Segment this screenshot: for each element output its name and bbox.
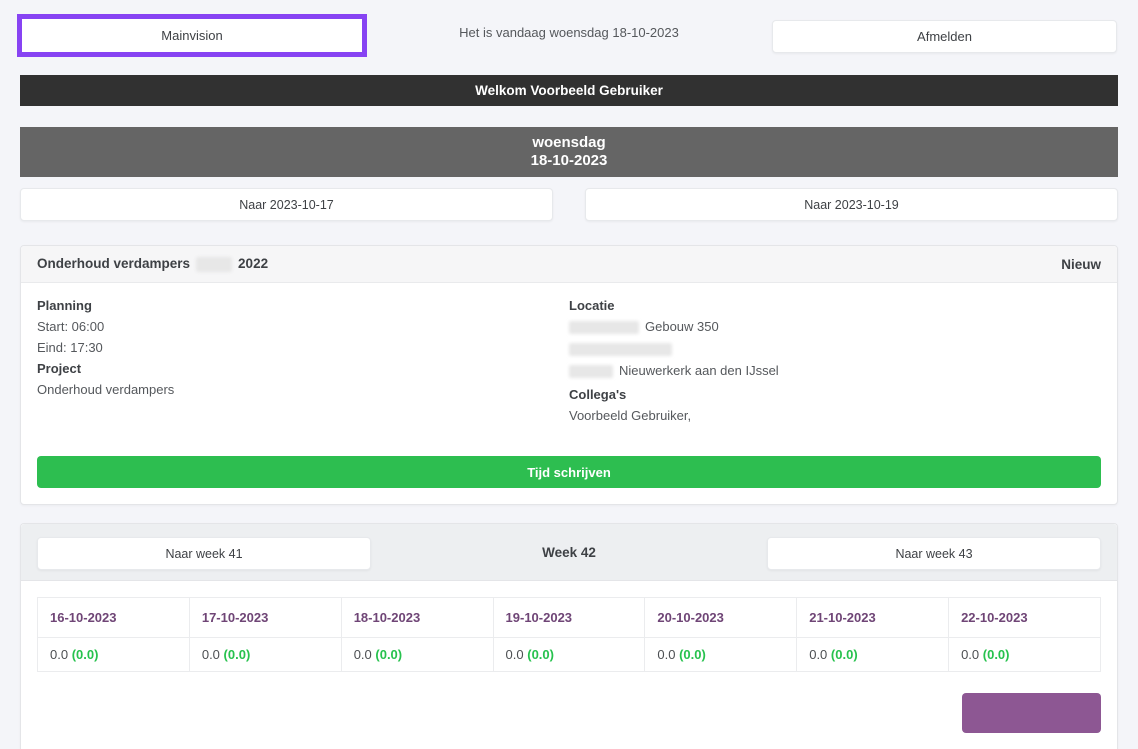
planning-end: Eind: 17:30	[37, 340, 103, 355]
hours-value: 0.0	[353, 647, 372, 663]
redacted-text	[196, 256, 233, 272]
week-action-button[interactable]	[962, 693, 1101, 734]
status-badge: Nieuw	[1061, 256, 1101, 272]
hours-value: 0.0	[505, 647, 524, 663]
prev-week-button[interactable]: Naar week 41	[37, 537, 371, 571]
location-line-2	[569, 342, 1101, 357]
planning-start: Start: 06:00	[37, 319, 105, 334]
hours-cell: 0.0 (0.0)	[796, 637, 950, 673]
appointment-card-body: Planning Start: 06:00 Eind: 17:30 Projec…	[21, 283, 1117, 430]
redacted-text	[569, 321, 639, 335]
colleagues-heading: Collega's	[569, 387, 627, 403]
appointment-card-header: Onderhoud verdampers 2022 Nieuw	[21, 246, 1117, 283]
date-column-header: 21-10-2023	[796, 597, 950, 639]
write-time-button[interactable]: Tijd schrijven	[37, 456, 1101, 489]
prev-day-button[interactable]: Naar 2023-10-17	[20, 188, 553, 221]
next-day-button[interactable]: Naar 2023-10-19	[585, 188, 1118, 221]
planning-column: Planning Start: 06:00 Eind: 17:30 Projec…	[37, 299, 569, 430]
welcome-text: Welkom Voorbeeld Gebruiker	[475, 83, 663, 98]
hours-extra: (0.0)	[223, 647, 251, 663]
redacted-text	[569, 365, 613, 379]
location-building: Gebouw 350	[645, 319, 719, 334]
location-heading: Locatie	[569, 298, 615, 313]
week-card-body: 16-10-2023 17-10-2023 18-10-2023 19-10-2…	[21, 581, 1117, 749]
project-value: Onderhoud verdampers	[37, 382, 175, 397]
hours-extra: (0.0)	[375, 647, 403, 663]
next-week-button[interactable]: Naar week 43	[767, 537, 1101, 571]
day-header-date: 18-10-2023	[530, 152, 608, 169]
prev-day-label: Naar 2023-10-17	[239, 197, 334, 212]
weekly-hours-table: 16-10-2023 17-10-2023 18-10-2023 19-10-2…	[37, 597, 1101, 673]
planning-heading: Planning	[37, 298, 92, 313]
hours-extra: (0.0)	[71, 647, 99, 663]
prev-week-label: Naar week 41	[165, 546, 243, 561]
week-card-header: Naar week 41 Week 42 Naar week 43	[21, 524, 1117, 582]
hours-cell: 0.0 (0.0)	[644, 637, 798, 673]
location-city: Nieuwerkerk aan den IJssel	[619, 363, 779, 379]
date-column-header: 22-10-2023	[948, 597, 1101, 639]
table-row: 0.0 (0.0) 0.0 (0.0) 0.0 (0.0) 0.0 (0.0) …	[37, 637, 1101, 673]
appointment-card: Onderhoud verdampers 2022 Nieuw Planning …	[20, 245, 1118, 506]
current-week-label: Week 42	[542, 544, 596, 560]
hours-cell: 0.0 (0.0)	[188, 637, 342, 673]
day-navigation: Naar 2023-10-17 Naar 2023-10-19	[20, 188, 1118, 221]
week-card: Naar week 41 Week 42 Naar week 43 16-10-…	[20, 523, 1118, 749]
hours-cell: 0.0 (0.0)	[492, 637, 646, 673]
date-column-header: 19-10-2023	[492, 597, 646, 639]
location-line-3: Nieuwerkerk aan den IJssel	[569, 363, 1101, 379]
hours-extra: (0.0)	[830, 647, 858, 663]
hours-value: 0.0	[201, 647, 220, 663]
welcome-banner: Welkom Voorbeeld Gebruiker	[20, 75, 1118, 106]
table-header-row: 16-10-2023 17-10-2023 18-10-2023 19-10-2…	[37, 597, 1101, 639]
hours-extra: (0.0)	[527, 647, 554, 663]
date-column-header: 18-10-2023	[340, 597, 494, 639]
hours-cell: 0.0 (0.0)	[948, 637, 1101, 673]
hours-value: 0.0	[961, 647, 980, 663]
next-day-label: Naar 2023-10-19	[804, 197, 899, 212]
logout-button-label: Afmelden	[917, 29, 972, 44]
date-column-header: 17-10-2023	[188, 597, 342, 639]
hours-value: 0.0	[50, 647, 69, 663]
colleagues-value: Voorbeeld Gebruiker,	[569, 408, 692, 424]
hours-value: 0.0	[809, 647, 828, 663]
appointment-title-prefix: Onderhoud verdampers	[37, 256, 191, 272]
date-column-header: 16-10-2023	[37, 597, 190, 639]
write-time-label: Tijd schrijven	[527, 464, 611, 480]
date-column-header: 20-10-2023	[644, 597, 798, 639]
hours-value: 0.0	[657, 647, 676, 663]
logout-button[interactable]: Afmelden	[772, 20, 1117, 53]
hours-extra: (0.0)	[982, 647, 1010, 663]
day-header-weekday: woensdag	[532, 134, 606, 151]
project-heading: Project	[37, 361, 82, 376]
day-header: woensdag 18-10-2023	[20, 127, 1118, 177]
location-column: Locatie Gebouw 350 Nieuwerkerk aan den I…	[569, 299, 1101, 430]
location-line-1: Gebouw 350	[569, 319, 1101, 335]
appointment-title-suffix: 2022	[238, 256, 269, 272]
appointment-title: Onderhoud verdampers 2022	[37, 256, 268, 272]
hours-cell: 0.0 (0.0)	[37, 637, 190, 673]
hours-cell: 0.0 (0.0)	[340, 637, 494, 673]
redacted-text	[569, 343, 672, 357]
top-bar: Mainvision Het is vandaag woensdag 18-10…	[0, 0, 1138, 75]
hours-extra: (0.0)	[679, 647, 706, 663]
next-week-label: Naar week 43	[895, 546, 973, 561]
